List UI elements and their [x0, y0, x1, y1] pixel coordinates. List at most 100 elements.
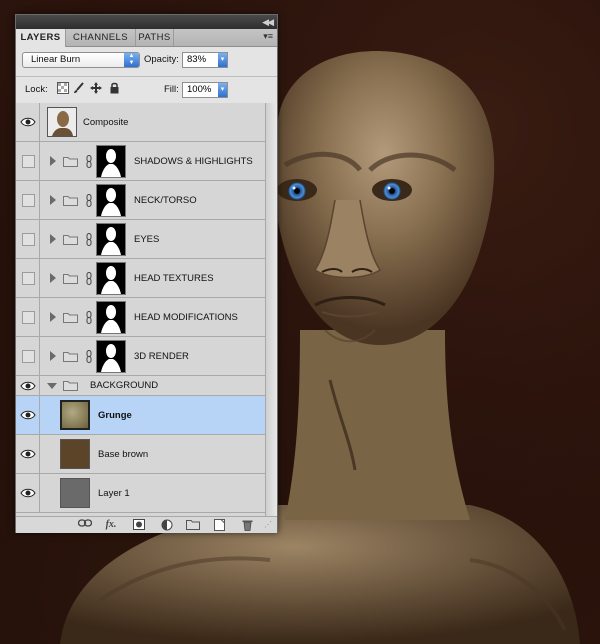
layer-name: HEAD TEXTURES	[134, 273, 214, 284]
delete-layer-icon[interactable]	[240, 519, 254, 531]
chain-link-icon[interactable]	[86, 155, 92, 168]
new-layer-icon[interactable]	[213, 519, 227, 531]
folder-icon	[63, 313, 78, 323]
fill-dropdown-icon[interactable]: ▾	[218, 83, 227, 97]
layer-mask-thumbnail[interactable]	[96, 262, 126, 295]
visibility-toggle[interactable]	[16, 435, 40, 473]
chain-link-icon[interactable]	[86, 350, 92, 363]
visibility-toggle[interactable]	[16, 181, 40, 219]
layer-name: Grunge	[98, 410, 132, 421]
layer-row-layer-1[interactable]: Layer 1	[16, 474, 265, 513]
chain-link-icon[interactable]	[86, 194, 92, 207]
new-group-icon[interactable]	[186, 519, 200, 531]
link-layers-icon[interactable]	[77, 519, 93, 531]
layers-scrollbar[interactable]	[265, 103, 277, 516]
expand-triangle-icon[interactable]	[50, 273, 56, 283]
layer-mask-thumbnail[interactable]	[96, 184, 126, 217]
lock-label: Lock:	[25, 84, 48, 95]
layer-row-head-textures[interactable]: HEAD TEXTURES	[16, 259, 265, 298]
collapse-triangle-icon[interactable]	[47, 383, 57, 389]
layer-row-base-brown[interactable]: Base brown	[16, 435, 265, 474]
panel-titlebar[interactable]: ◀◀	[16, 15, 277, 29]
expand-triangle-icon[interactable]	[50, 195, 56, 205]
lock-all-padlock-icon[interactable]	[108, 82, 121, 95]
layers-list: Composite SHADOWS & HIGHLIGHTS NECK/TORS…	[16, 103, 265, 516]
visibility-toggle[interactable]	[16, 298, 40, 336]
panel-tabbar: LAYERS CHANNELS PATHS ▾≡	[16, 29, 277, 47]
layer-name: SHADOWS & HIGHLIGHTS	[134, 156, 253, 167]
blend-mode-select[interactable]: Linear Burn ▲ ▼	[22, 52, 140, 68]
layer-row-3d-render[interactable]: 3D RENDER	[16, 337, 265, 376]
layer-thumbnail	[47, 107, 77, 137]
opacity-label: Opacity:	[144, 54, 179, 65]
eye-icon	[20, 117, 36, 127]
layer-row-composite[interactable]: Composite	[16, 103, 265, 142]
folder-icon	[63, 235, 78, 245]
visibility-toggle[interactable]	[16, 220, 40, 258]
layer-row-head-modifications[interactable]: HEAD MODIFICATIONS	[16, 298, 265, 337]
expand-triangle-icon[interactable]	[50, 156, 56, 166]
layer-name: Base brown	[98, 449, 149, 460]
opacity-value: 83%	[187, 54, 207, 65]
folder-icon	[63, 196, 78, 206]
eye-icon	[20, 488, 36, 498]
collapse-panel-icon[interactable]: ◀◀	[262, 16, 274, 28]
select-arrows-icon: ▲ ▼	[124, 53, 139, 67]
panel-menu-icon[interactable]: ▾≡	[263, 31, 273, 42]
expand-triangle-icon[interactable]	[50, 234, 56, 244]
eye-icon	[20, 410, 36, 420]
lock-image-pixels-brush-icon[interactable]	[72, 82, 85, 95]
folder-icon	[63, 352, 78, 362]
layer-row-background-group[interactable]: BACKGROUND	[16, 376, 265, 396]
chain-link-icon[interactable]	[86, 311, 92, 324]
visibility-toggle[interactable]	[16, 142, 40, 180]
hidden-eye-box-icon	[22, 155, 35, 168]
visibility-toggle[interactable]	[16, 259, 40, 297]
fill-field[interactable]: 100% ▾	[182, 82, 228, 98]
visibility-toggle[interactable]	[16, 103, 40, 141]
layer-name: Composite	[83, 117, 129, 128]
visibility-toggle[interactable]	[16, 474, 40, 512]
hidden-eye-box-icon	[22, 194, 35, 207]
tab-paths[interactable]: PATHS	[136, 29, 174, 46]
layer-name: 3D RENDER	[134, 351, 189, 362]
layer-mask-thumbnail[interactable]	[96, 145, 126, 178]
hidden-eye-box-icon	[22, 233, 35, 246]
layer-row-neck-torso[interactable]: NECK/TORSO	[16, 181, 265, 220]
layer-name: Layer 1	[98, 488, 130, 499]
lock-transparent-pixels-icon[interactable]	[56, 82, 69, 95]
visibility-toggle[interactable]	[16, 396, 40, 434]
chain-link-icon[interactable]	[86, 272, 92, 285]
expand-triangle-icon[interactable]	[50, 312, 56, 322]
tab-channels[interactable]: CHANNELS	[66, 29, 136, 46]
layer-thumbnail	[60, 400, 90, 430]
layer-row-grunge[interactable]: Grunge	[16, 396, 265, 435]
layer-options: Linear Burn ▲ ▼ Opacity: 83% ▾ Lock: Fill…	[16, 47, 277, 104]
blend-mode-value: Linear Burn	[31, 54, 81, 65]
eye-icon	[20, 381, 36, 391]
layer-row-shadows-highlights[interactable]: SHADOWS & HIGHLIGHTS	[16, 142, 265, 181]
layer-mask-thumbnail[interactable]	[96, 223, 126, 256]
layer-name: EYES	[134, 234, 160, 245]
chain-link-icon[interactable]	[86, 233, 92, 246]
resize-grip-icon[interactable]: ⋰	[261, 519, 275, 531]
visibility-toggle[interactable]	[16, 337, 40, 375]
visibility-toggle[interactable]	[16, 376, 40, 395]
layer-mask-thumbnail[interactable]	[96, 340, 126, 373]
layer-name: HEAD MODIFICATIONS	[134, 312, 238, 323]
opacity-dropdown-icon[interactable]: ▾	[218, 53, 227, 67]
layer-thumbnail	[60, 478, 90, 508]
expand-triangle-icon[interactable]	[50, 351, 56, 361]
folder-icon	[63, 381, 78, 391]
tab-layers[interactable]: LAYERS	[16, 29, 66, 47]
panel-footer: fx. ⋰	[16, 516, 277, 533]
add-mask-icon[interactable]	[132, 519, 146, 531]
opacity-field[interactable]: 83% ▾	[182, 52, 228, 68]
lock-position-move-icon[interactable]	[89, 82, 102, 95]
layer-name: BACKGROUND	[90, 380, 159, 391]
layer-style-fx-icon[interactable]: fx.	[104, 519, 118, 531]
adjustment-layer-icon[interactable]	[160, 519, 174, 531]
fill-value: 100%	[187, 84, 212, 95]
layer-mask-thumbnail[interactable]	[96, 301, 126, 334]
layer-row-eyes[interactable]: EYES	[16, 220, 265, 259]
